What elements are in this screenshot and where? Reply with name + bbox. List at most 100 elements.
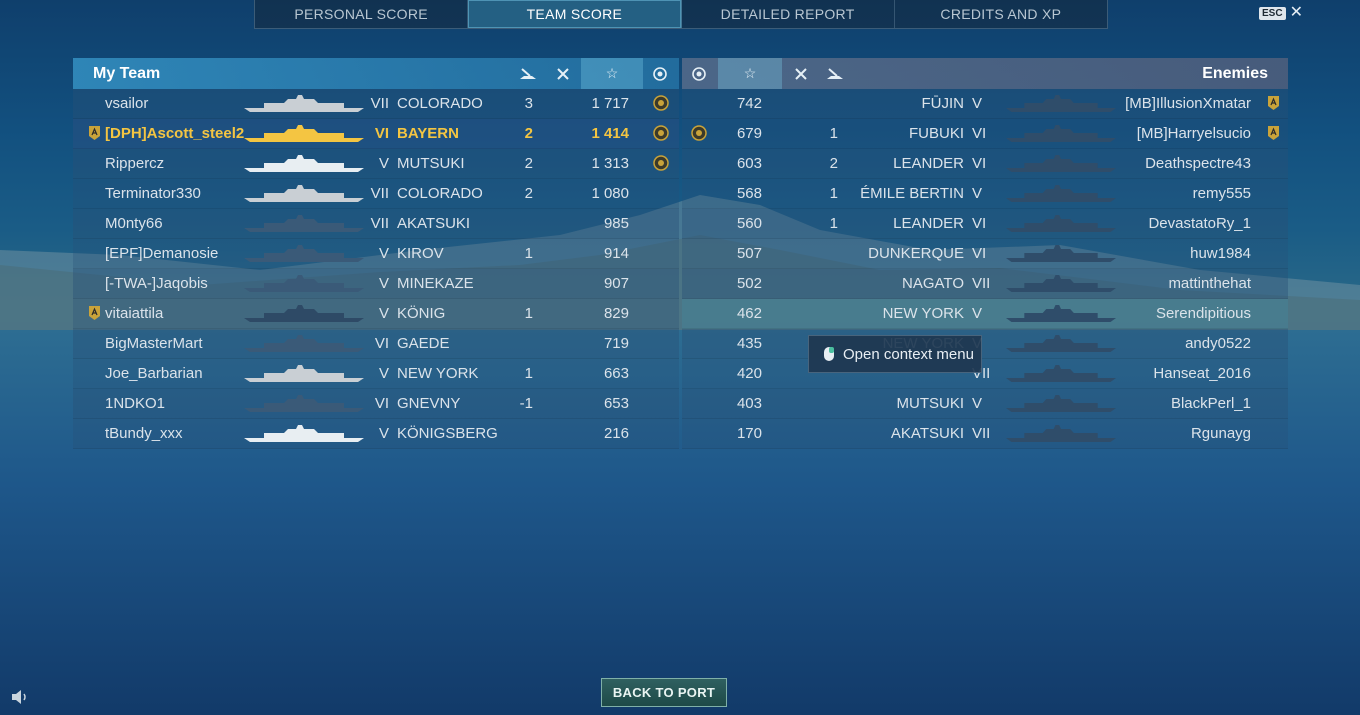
- team-player-row[interactable]: BigMasterMart VI GAEDE 719: [73, 329, 679, 359]
- ship-name: COLORADO: [397, 185, 483, 202]
- ship-silhouette: [244, 125, 364, 142]
- ship-silhouette: [1006, 95, 1116, 112]
- ship-silhouette: [1006, 365, 1116, 382]
- back-to-port-button[interactable]: BACK TO PORT: [601, 678, 727, 707]
- base-xp: 420: [736, 365, 762, 382]
- ships-destroyed-count: 1: [524, 365, 533, 382]
- enemy-player-row[interactable]: 679 1 FUBUKI VI [MB]Harryelsucio: [682, 119, 1288, 149]
- player-name: Joe_Barbarian: [105, 365, 203, 382]
- enemy-player-row[interactable]: 170 AKATSUKI VII Rgunayg: [682, 419, 1288, 449]
- team-player-row[interactable]: 1NDKO1 VI GNEVNY -1 653: [73, 389, 679, 419]
- ship-silhouette: [244, 425, 364, 442]
- tab-personal-score[interactable]: PERSONAL SCORE: [255, 0, 469, 28]
- division-badge-icon: [1268, 96, 1279, 110]
- team-player-row[interactable]: vsailor VII COLORADO 3 1 717: [73, 89, 679, 119]
- player-name: remy555: [1192, 185, 1251, 202]
- player-name: Hanseat_2016: [1153, 365, 1251, 382]
- base-xp: 663: [603, 365, 629, 382]
- team-player-row[interactable]: [DPH]Ascott_steel2 VI BAYERN 2 1 414: [73, 119, 679, 149]
- ship-name: KÖNIG: [397, 305, 446, 322]
- enemy-player-row[interactable]: 603 2 LEANDER VI Deathspectre43: [682, 149, 1288, 179]
- ship-silhouette: [1006, 395, 1116, 412]
- ship-tier: VI: [374, 335, 389, 352]
- base-xp: 914: [603, 245, 629, 262]
- ship-name: NEW YORK: [882, 305, 964, 322]
- ship-tier: VII: [370, 95, 389, 112]
- enemy-player-row[interactable]: 507 DUNKERQUE VI huw1984: [682, 239, 1288, 269]
- player-name: [EPF]Demanosie: [105, 245, 219, 262]
- tab-credits-and-xp[interactable]: CREDITS AND XP: [895, 0, 1107, 28]
- ship-name: MUTSUKI: [397, 155, 465, 172]
- team-player-row[interactable]: [EPF]Demanosie V KIROV 1 914: [73, 239, 679, 269]
- team-player-row[interactable]: M0nty66 VII AKATSUKI 985: [73, 209, 679, 239]
- team-player-row[interactable]: vitaiattila V KÖNIG 1 829: [73, 299, 679, 329]
- ship-silhouette: [244, 215, 364, 232]
- player-name: Rippercz: [105, 155, 165, 172]
- ship-silhouette: [244, 335, 364, 352]
- division-badge-icon: [1268, 126, 1279, 140]
- ship-tier: V: [378, 425, 389, 442]
- award-medal-icon: [653, 125, 669, 141]
- enemy-player-row[interactable]: 403 MUTSUKI V BlackPerl_1: [682, 389, 1288, 419]
- ship-silhouette: [1006, 245, 1116, 262]
- team-player-row[interactable]: [-TWA-]Jaqobis V MINEKAZE 907: [73, 269, 679, 299]
- base-xp: 1 080: [591, 185, 629, 202]
- enemy-player-row[interactable]: 502 NAGATO VII mattinthehat: [682, 269, 1288, 299]
- team-player-row[interactable]: Terminator330 VII COLORADO 2 1 080: [73, 179, 679, 209]
- ships-destroyed-count: 3: [524, 95, 533, 112]
- ships-destroyed-count: 2: [524, 185, 533, 202]
- player-name: Rgunayg: [1190, 425, 1251, 442]
- my-team-panel: My Team ☆ vsailor VII COLORADO 3 1 717 [DPH]A…: [73, 58, 679, 449]
- player-name: [DPH]Ascott_steel2: [105, 125, 245, 142]
- player-name: huw1984: [1190, 245, 1251, 262]
- achievement-icon: [684, 58, 714, 89]
- division-badge-icon: [89, 126, 100, 140]
- ship-name: DUNKERQUE: [868, 245, 964, 262]
- ship-tier: VI: [374, 395, 389, 412]
- enemy-player-row[interactable]: 420 VII Hanseat_2016: [682, 359, 1288, 389]
- ship-silhouette: [244, 395, 364, 412]
- enemy-player-row[interactable]: 568 1 ÉMILE BERTIN Vremy555: [682, 179, 1288, 209]
- player-name: BlackPerl_1: [1170, 395, 1251, 412]
- team-player-row[interactable]: tBundy_xxx V KÖNIGSBERG 216: [73, 419, 679, 449]
- enemies-header: ☆ Enemies: [682, 58, 1288, 89]
- ships-destroyed-count: 2: [524, 155, 533, 172]
- player-name: andy0522: [1185, 335, 1251, 352]
- star-icon: ☆: [581, 58, 643, 89]
- enemy-player-row[interactable]: 462 NEW YORK V Serendipitious: [682, 299, 1288, 329]
- enemy-player-row[interactable]: 435NEW YORKVandy0522: [682, 329, 1288, 359]
- ships-destroyed-count: 1: [829, 215, 838, 232]
- base-xp: 216: [603, 425, 629, 442]
- team-player-row[interactable]: Rippercz V MUTSUKI 2 1 313: [73, 149, 679, 179]
- base-xp: 985: [603, 215, 629, 232]
- player-name: DevastatoRy_1: [1148, 215, 1251, 232]
- speaker-icon[interactable]: [10, 689, 30, 705]
- base-xp: 507: [736, 245, 762, 262]
- planes-destroyed-icon: [548, 58, 578, 89]
- tab-team-score[interactable]: TEAM SCORE: [468, 0, 682, 28]
- ship-name: LEANDER: [893, 155, 964, 172]
- ship-name: NAGATO: [902, 275, 964, 292]
- base-xp: 829: [603, 305, 629, 322]
- ship-silhouette: [1006, 155, 1116, 172]
- base-xp: 560: [736, 215, 762, 232]
- enemy-player-row[interactable]: 742 FŪJIN V [MB]IllusionXmatar: [682, 89, 1288, 119]
- player-name: tBundy_xxx: [105, 425, 183, 442]
- enemy-player-row[interactable]: 560 1 LEANDER VI DevastatoRy_1: [682, 209, 1288, 239]
- ship-silhouette: [244, 275, 364, 292]
- tab-detailed-report[interactable]: DETAILED REPORT: [682, 0, 895, 28]
- ship-silhouette: [244, 155, 364, 172]
- base-xp: 462: [736, 305, 762, 322]
- my-team-header: My Team ☆: [73, 58, 679, 89]
- ship-silhouette: [1006, 305, 1116, 322]
- player-name: vitaiattila: [105, 305, 164, 322]
- mouse-icon: [824, 347, 834, 361]
- my-team-list: vsailor VII COLORADO 3 1 717 [DPH]Ascott_stee…: [73, 89, 679, 449]
- ship-name: ÉMILE BERTIN: [860, 185, 964, 202]
- ship-name: LEANDER: [893, 215, 964, 232]
- team-player-row[interactable]: Joe_Barbarian V NEW YORK 1 663: [73, 359, 679, 389]
- ship-name: KÖNIGSBERG: [397, 425, 498, 442]
- ship-tier: VI: [972, 155, 987, 172]
- close-button[interactable]: ESC ✕: [1259, 5, 1303, 21]
- player-name: M0nty66: [105, 215, 163, 232]
